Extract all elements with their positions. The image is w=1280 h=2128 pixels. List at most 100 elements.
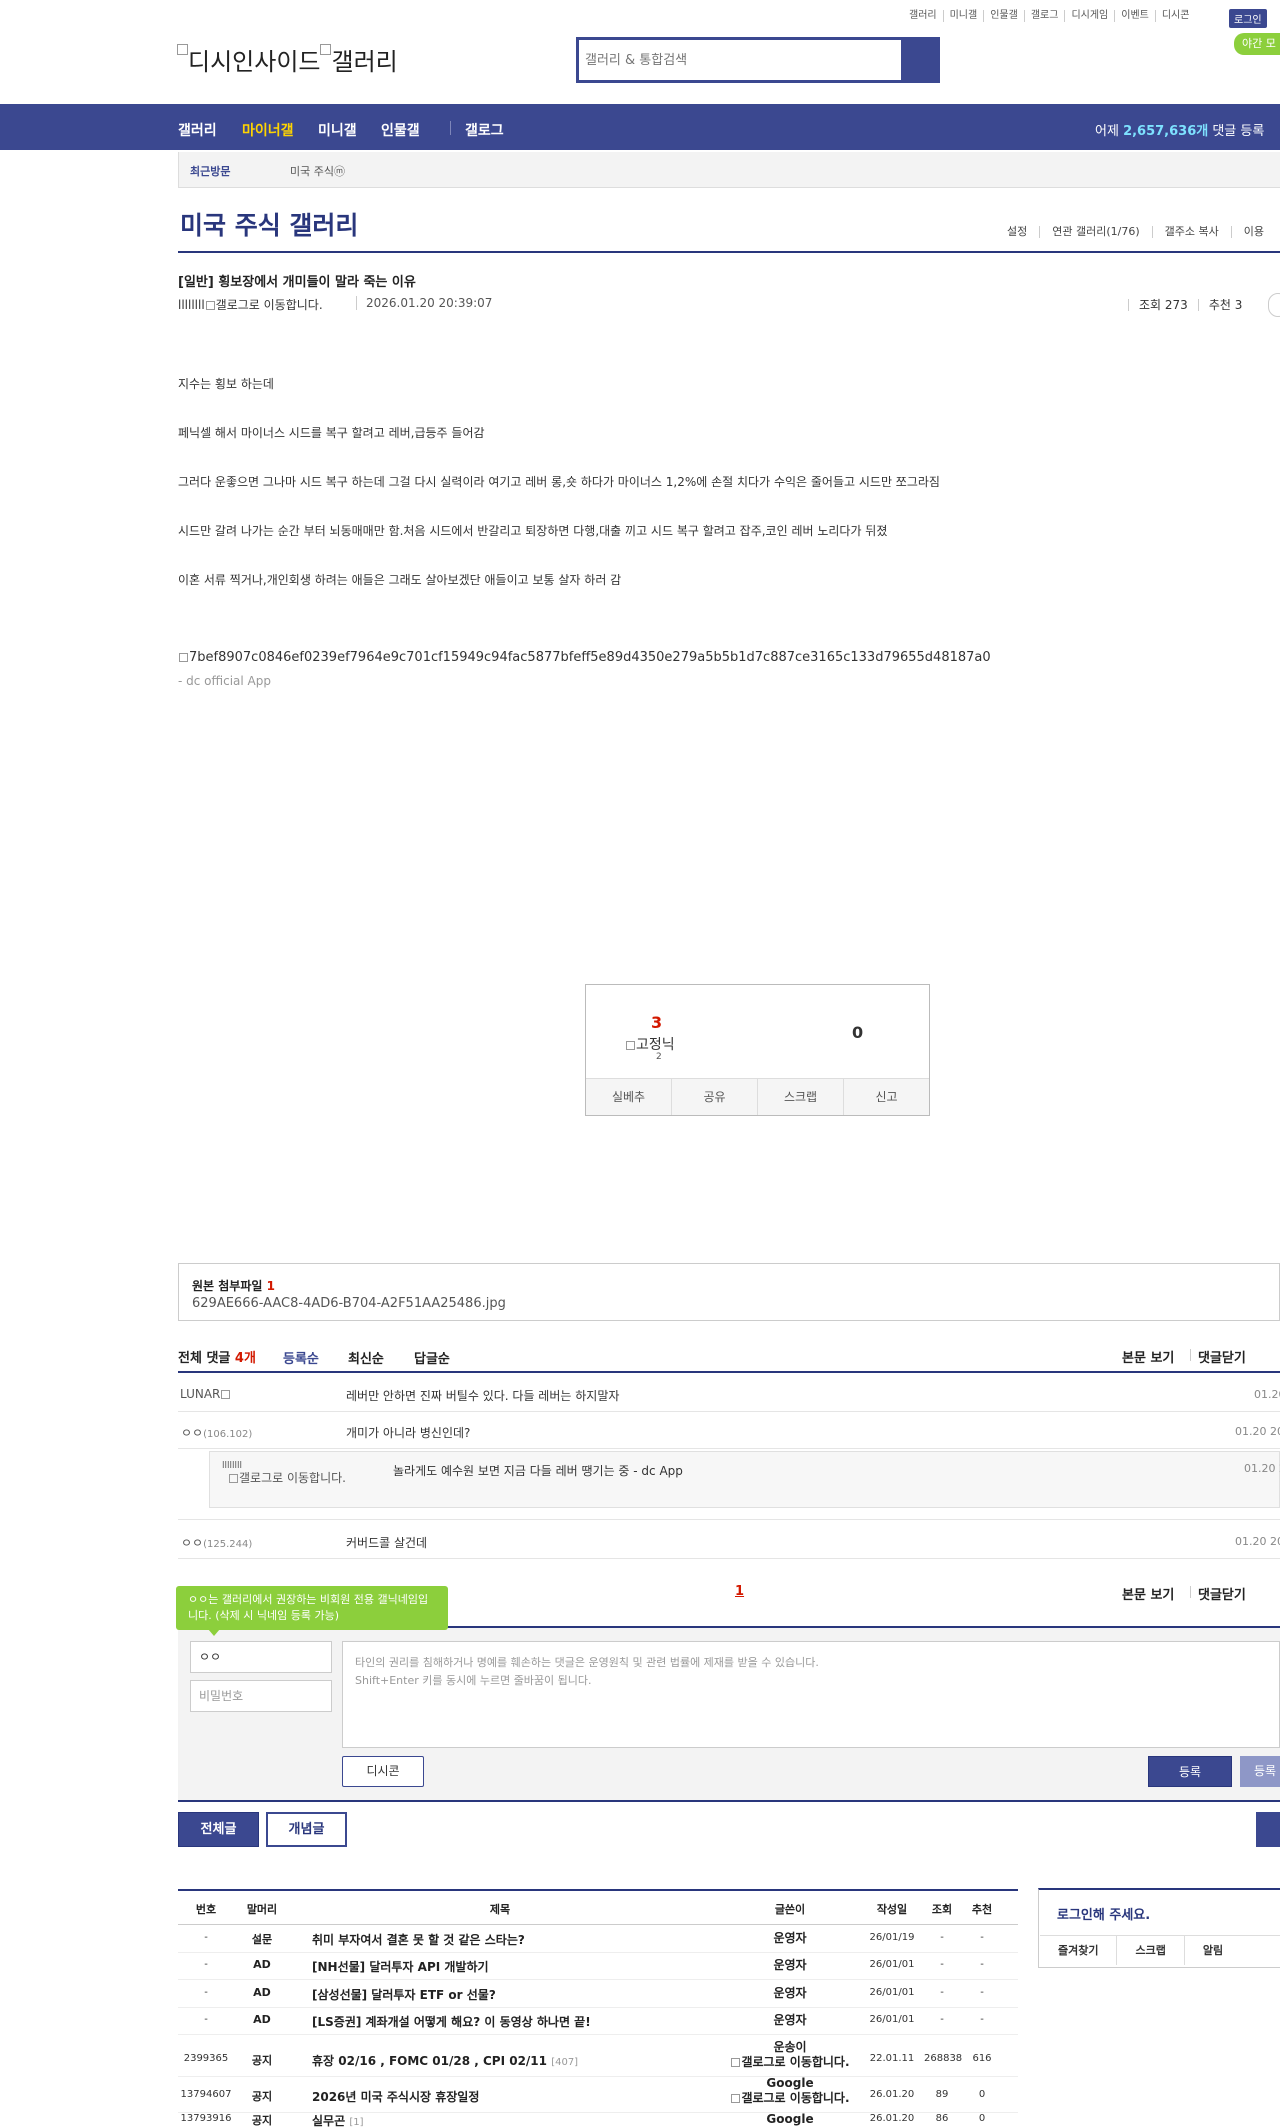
view-count: 조회 273 [1128, 299, 1198, 311]
row-number: - [204, 2014, 208, 2025]
recommend-up-count[interactable]: 3 [651, 1013, 662, 1032]
post-image[interactable]: 7bef8907c0846ef0239ef7964e9c701cf15949c9… [178, 650, 991, 665]
row-writer[interactable]: 운영자 [720, 1931, 860, 1946]
search-button[interactable] [901, 40, 937, 80]
nickname-input[interactable]: ㅇㅇ [190, 1641, 332, 1673]
broken-image-icon [179, 653, 188, 662]
sort-reply[interactable]: 답글순 [414, 1348, 450, 1367]
search-input[interactable] [585, 44, 901, 76]
row-date: 26/01/19 [869, 1932, 915, 1943]
row-reply-count[interactable]: [1] [349, 2117, 363, 2128]
submit-button[interactable]: 등록 [1148, 1756, 1232, 1787]
top-link-minigall[interactable]: 미니갤 [942, 10, 984, 22]
comment-textarea[interactable]: 타인의 권리를 침해하거나 명예를 훼손하는 댓글은 운영원칙 및 관련 법률에… [342, 1641, 1280, 1748]
usage-link[interactable]: 이용 [1230, 226, 1276, 238]
row-writer[interactable]: Google [720, 2112, 860, 2127]
row-title[interactable]: 2026년 미국 주식시장 휴장일정 [312, 2088, 479, 2105]
post-body-line: 지수는 횡보 하는데 [178, 377, 274, 391]
comment-nick[interactable]: ㅇㅇ(106.102) [181, 1424, 252, 1441]
top-link-gallery[interactable]: 갤러리 [903, 10, 943, 22]
row-number: 13793916 [180, 2113, 232, 2124]
divider [178, 1558, 1280, 1559]
fixed-nick-count: 고정닉 [625, 1034, 675, 1054]
top-link-dccon[interactable]: 디시콘 [1154, 10, 1196, 22]
report-button[interactable]: 신고 [843, 1079, 929, 1115]
row-title[interactable]: [NH선물] 달러투자 API 개발하기 [312, 1958, 489, 1975]
top-link-event[interactable]: 이벤트 [1114, 10, 1155, 22]
submit-with-dccon-button[interactable]: 등록 [1240, 1756, 1280, 1787]
nav-gallery[interactable]: 갤러리 [178, 120, 217, 140]
best-recommend-button[interactable]: 실베추 [586, 1079, 671, 1115]
row-title[interactable]: [삼성선물] 달러투자 ETF or 선물? [312, 1986, 496, 2003]
nav-gallog[interactable]: 갤로그 [465, 120, 504, 140]
sort-registered[interactable]: 등록순 [283, 1348, 319, 1367]
tab-all-posts[interactable]: 전체글 [178, 1812, 259, 1847]
row-title-text: [LS증권] 계좌개설 어떻게 해요? 이 동영상 하나면 끝! [312, 2015, 591, 2029]
top-link-person[interactable]: 인물갤 [983, 10, 1024, 22]
write-post-button[interactable] [1256, 1812, 1280, 1847]
comment-nick[interactable]: LUNAR [180, 1387, 231, 1401]
row-recommend: - [980, 1959, 984, 1970]
nav-person-gallery[interactable]: 인물갤 [381, 120, 420, 140]
comment-nick-text: ㅇㅇ [181, 1426, 204, 1440]
post-writer-nick: llllllll [178, 298, 205, 312]
sort-latest[interactable]: 최신순 [348, 1348, 384, 1367]
top-link-gallog[interactable]: 갤로그 [1023, 10, 1065, 22]
row-writer[interactable]: Google 갤로그로 이동합니다. [720, 2076, 860, 2106]
nav-mini-gallery[interactable]: 미니갤 [318, 120, 357, 140]
favorites-link[interactable]: 즐겨찾기 [1040, 1936, 1116, 1965]
alarm-link[interactable]: 알림 [1183, 1936, 1241, 1965]
row-writer[interactable]: 운영자 [720, 1958, 860, 1973]
comment-text: 개미가 아니라 병신인데? [346, 1426, 471, 1440]
recommend-down-count[interactable]: 0 [852, 1023, 863, 1042]
related-gallery-link[interactable]: 연관 갤러리(1/76) [1039, 226, 1151, 238]
view-body-link-bottom[interactable]: 본문 보기 [1122, 1584, 1174, 1603]
login-button[interactable]: 로그인 [1229, 9, 1267, 28]
divider [178, 251, 1280, 253]
gallog-alt-text: 갤로그로 이동합니다. [741, 2055, 850, 2069]
attachment-file[interactable]: 629AE666-AAC8-4AD6-B704-A2F51AA25486.jpg [192, 1296, 506, 1311]
gallery-settings-link[interactable]: 설정 [995, 226, 1039, 238]
copy-address-link[interactable]: 갤주소 복사 [1151, 226, 1231, 238]
close-comments-link[interactable]: 댓글닫기 [1198, 1347, 1246, 1366]
recent-visit-item[interactable]: 미국 주식ⓜ [290, 163, 345, 179]
top-link-game[interactable]: 디시게임 [1064, 10, 1114, 22]
more-button[interactable] [1268, 293, 1280, 317]
login-message[interactable]: 로그인해 주세요. [1057, 1904, 1150, 1923]
comment-nick[interactable]: ㅇㅇ(125.244) [181, 1534, 252, 1551]
share-button[interactable]: 공유 [671, 1079, 757, 1115]
attachment-box [178, 1263, 1280, 1321]
broken-image-icon [731, 2094, 741, 2103]
view-body-link[interactable]: 본문 보기 [1122, 1347, 1174, 1366]
row-reply-count[interactable]: [407] [551, 2057, 578, 2068]
row-writer[interactable]: 운영자 [720, 1986, 860, 2001]
divider [1190, 1349, 1191, 1361]
site-logo[interactable]: 디시인사이드 갤러리 [177, 42, 398, 77]
dccon-button[interactable]: 디시콘 [342, 1756, 424, 1787]
night-mode-button[interactable]: 야간 모 [1234, 33, 1280, 55]
reply-box [209, 1451, 1280, 1508]
password-input[interactable]: 비밀번호 [190, 1680, 332, 1712]
post-writer[interactable]: llllllll 갤로그로 이동합니다. [178, 296, 323, 313]
attachment-title: 원본 첨부파일 1 [192, 1277, 275, 1294]
row-title[interactable]: 실무곤 [1] [312, 2112, 363, 2128]
row-title[interactable]: 취미 부자여서 결혼 못 할 것 같은 스타는? [312, 1931, 525, 1948]
scrap-button[interactable]: 스크랩 [757, 1079, 843, 1115]
comment-placeholder-line: Shift+Enter 키를 동시에 누르면 줄바꿈이 됩니다. [355, 1674, 592, 1687]
reply-nick[interactable]: llllllll [222, 1461, 242, 1471]
row-title[interactable]: 휴장 02/16 , FOMC 01/28 , CPI 02/11 [407] [312, 2052, 578, 2069]
comment-page-number[interactable]: 1 [735, 1584, 744, 1599]
row-date: 26.01.20 [869, 2089, 915, 2100]
divider [178, 2034, 1018, 2035]
tab-concept-posts[interactable]: 개념글 [266, 1812, 347, 1847]
row-writer[interactable]: 운송이 갤로그로 이동합니다. [720, 2040, 860, 2070]
row-writer[interactable]: 운영자 [720, 2013, 860, 2028]
row-number: 2399365 [183, 2053, 229, 2064]
nav-minor-gallery[interactable]: 마이너갤 [242, 120, 294, 140]
gallery-title[interactable]: 미국 주식 갤러리 [180, 206, 358, 242]
close-comments-link-bottom[interactable]: 댓글닫기 [1198, 1584, 1246, 1603]
scrap-link[interactable]: 스크랩 [1116, 1936, 1183, 1965]
row-title[interactable]: [LS증권] 계좌개설 어떻게 해요? 이 동영상 하나면 끝! [312, 2013, 591, 2030]
comment-stat-suffix: 댓글 등록 [1208, 124, 1265, 139]
comment-stat-prefix: 어제 [1095, 124, 1124, 139]
